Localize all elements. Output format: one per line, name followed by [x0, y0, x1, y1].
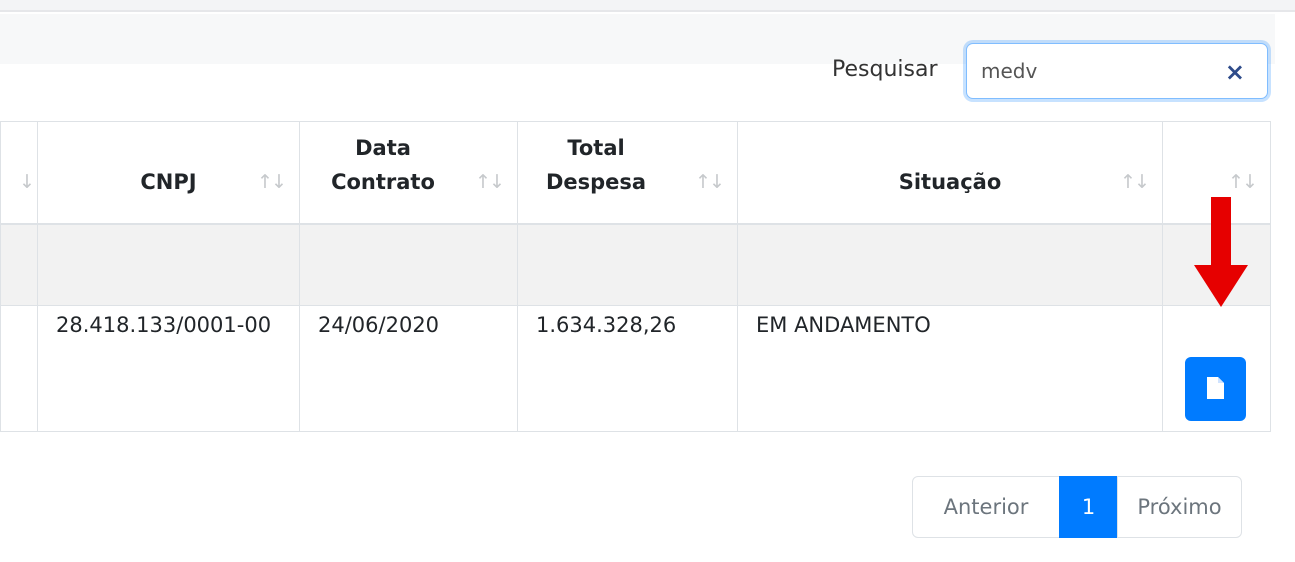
sort-icon: ↑↓ — [257, 170, 287, 193]
contracts-table: ↓ CNPJ ↑↓ Data Contrato ↑↓ Total Despesa… — [0, 121, 1271, 432]
cell-situacao: EM ANDAMENTO — [737, 305, 1163, 432]
column-header-situacao[interactable]: Situação ↑↓ — [737, 121, 1163, 224]
table-row: 28.418.133/0001-00 24/06/2020 1.634.328,… — [0, 305, 1271, 432]
pagination: Anterior 1 Próximo — [912, 476, 1242, 538]
table-row — [0, 223, 1271, 306]
column-header-total-despesa[interactable]: Total Despesa ↑↓ — [517, 121, 738, 224]
column-header-cnpj[interactable]: CNPJ ↑↓ — [37, 121, 300, 224]
column-header-label: CNPJ — [140, 169, 197, 194]
sort-icon: ↑↓ — [475, 170, 505, 193]
search-label: Pesquisar — [832, 57, 938, 82]
column-header-label: Total Despesa — [545, 135, 647, 194]
search-input[interactable] — [981, 56, 1219, 86]
page-1-button[interactable]: 1 — [1059, 476, 1118, 538]
view-document-button[interactable] — [1185, 357, 1246, 421]
sort-icon: ↑↓ — [695, 170, 725, 193]
search-field[interactable]: × — [966, 43, 1268, 99]
column-header-prev[interactable]: ↓ — [0, 121, 38, 224]
cell-data-contrato: 24/06/2020 — [299, 305, 518, 432]
clear-search-icon[interactable]: × — [1225, 58, 1245, 86]
document-icon — [1207, 377, 1224, 399]
sort-icon: ↑↓ — [1228, 170, 1258, 193]
previous-page-button[interactable]: Anterior — [912, 476, 1060, 538]
cell-total-despesa: 1.634.328,26 — [517, 305, 738, 432]
cell-cnpj: 28.418.133/0001-00 — [37, 305, 300, 432]
table-header-row: ↓ CNPJ ↑↓ Data Contrato ↑↓ Total Despesa… — [0, 121, 1271, 224]
column-header-label: Data Contrato — [331, 135, 435, 194]
column-header-data-contrato[interactable]: Data Contrato ↑↓ — [299, 121, 518, 224]
cnpj-value: 28.418.133/0001-00 — [56, 313, 272, 337]
sort-icon: ↓ — [19, 170, 35, 193]
red-arrow-down-icon — [1194, 197, 1248, 307]
top-divider — [0, 0, 1295, 12]
next-page-button[interactable]: Próximo — [1117, 476, 1242, 538]
column-header-label: Situação — [898, 169, 1002, 194]
sort-icon: ↑↓ — [1120, 170, 1150, 193]
